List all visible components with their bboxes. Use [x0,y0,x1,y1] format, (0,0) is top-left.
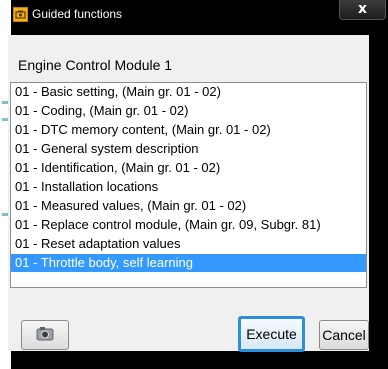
execute-button[interactable]: Execute [238,316,305,352]
app-icon [13,7,28,22]
list-item[interactable]: 01 - Identification, (Main gr. 01 - 02) [11,159,366,177]
list-item[interactable]: 01 - Coding, (Main gr. 01 - 02) [11,102,366,120]
list-item[interactable]: 01 - Installation locations [11,178,366,196]
list-item-selected[interactable]: 01 - Throttle body, self learning [11,254,366,272]
camera-icon [36,327,54,341]
window-title: Guided functions [32,7,123,21]
module-title: Engine Control Module 1 [18,57,173,73]
list-item[interactable]: 01 - General system description [11,140,366,158]
title-bar[interactable]: Guided functions x [11,0,388,30]
list-item[interactable]: 01 - Measured values, (Main gr. 01 - 02) [11,197,366,215]
close-button[interactable]: x [339,0,386,20]
cancel-button[interactable]: Cancel [319,320,369,350]
screenshot-button[interactable] [21,320,69,350]
list-item[interactable]: 01 - Replace control module, (Main gr. 0… [11,216,366,234]
list-item[interactable]: 01 - Reset adaptation values [11,235,366,253]
list-item[interactable]: 01 - DTC memory content, (Main gr. 01 - … [11,121,366,139]
guided-functions-list[interactable]: 01 - Basic setting, (Main gr. 01 - 02) 0… [10,82,367,288]
list-item[interactable]: 01 - Basic setting, (Main gr. 01 - 02) [11,83,366,101]
